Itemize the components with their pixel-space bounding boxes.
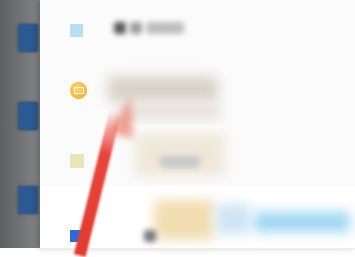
- list-item[interactable]: [40, 0, 355, 61]
- list-item[interactable]: [40, 124, 355, 187]
- file-name: [135, 134, 225, 176]
- folder-icon[interactable]: [18, 24, 38, 52]
- mail-icon: [70, 82, 87, 99]
- folder-icon[interactable]: [18, 186, 38, 214]
- folder-icon[interactable]: [18, 102, 38, 130]
- file-icon: [70, 24, 83, 37]
- document-icon: [70, 154, 84, 168]
- file-name: [114, 22, 126, 34]
- file-name: [154, 200, 214, 240]
- list-item[interactable]: [40, 60, 355, 125]
